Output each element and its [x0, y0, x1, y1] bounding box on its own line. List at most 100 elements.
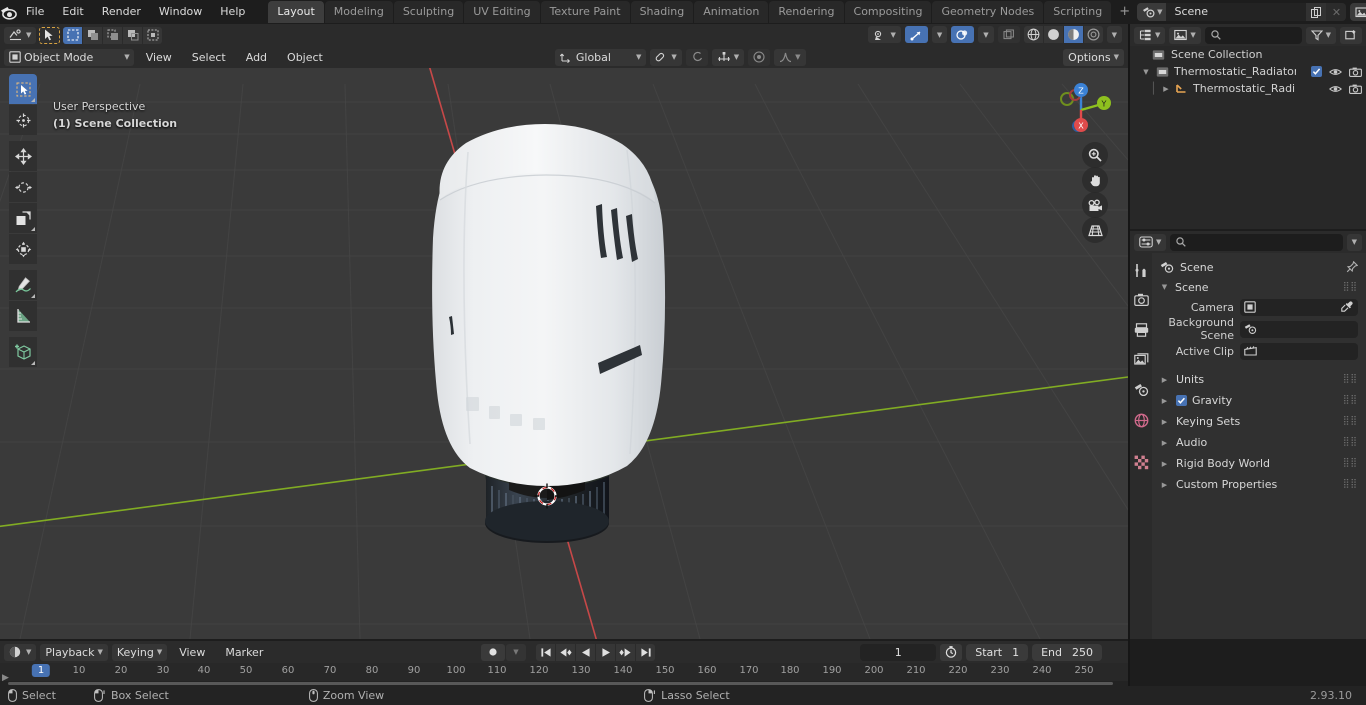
jump-to-start-button[interactable] [536, 643, 555, 661]
pin-icon[interactable] [1346, 261, 1358, 273]
end-frame-field[interactable]: End 250 [1032, 643, 1102, 661]
outliner-new-collection-button[interactable] [1340, 26, 1362, 44]
proportional-falloff-selector[interactable]: ▼ [774, 48, 806, 66]
section-custom-properties[interactable]: ▶ Custom Properties ⣿⣿ [1152, 474, 1366, 495]
previous-keyframe-button[interactable] [556, 643, 575, 661]
view-layer-icon[interactable]: ▼ [1350, 3, 1366, 21]
toggle-orthographic-icon[interactable] [1082, 217, 1108, 243]
play-reverse-button[interactable] [576, 643, 595, 661]
collection-enable-checkbox[interactable] [1311, 66, 1322, 77]
viewport-menu-view[interactable]: View [138, 49, 180, 66]
select-invert-icon[interactable] [123, 26, 143, 44]
zoom-view-icon[interactable] [1082, 142, 1108, 168]
disable-in-renders-icon[interactable] [1349, 67, 1362, 77]
workspace-tab-modeling[interactable]: Modeling [324, 1, 393, 23]
hide-in-viewport-icon[interactable] [1329, 67, 1342, 77]
timeline-ruler[interactable]: 1 10 20 30 40 50 60 70 80 90 100 110 120… [0, 663, 1128, 686]
timeline-editor[interactable]: ▼ Playback ▼ Keying ▼ View Marker ▼ 1 St… [0, 641, 1128, 686]
outliner-row-collection-thermostatic[interactable]: ▼ Thermostatic_Radiator_Head_ [1130, 63, 1366, 80]
tab-render-icon[interactable] [1132, 291, 1150, 309]
shading-options[interactable]: ▼ [1106, 26, 1122, 43]
expand-triangle-icon[interactable]: ▶ [1160, 460, 1169, 468]
scene-selector[interactable]: ▼ Scene ✕ [1137, 3, 1347, 21]
snap-toggle[interactable]: ▼ [650, 48, 682, 66]
transform-orientation-selector[interactable]: Global ▼ [554, 48, 647, 66]
tool-rotate-icon[interactable] [9, 172, 37, 202]
workspace-tab-rendering[interactable]: Rendering [769, 1, 844, 23]
select-set-icon[interactable] [63, 26, 83, 44]
next-keyframe-button[interactable] [616, 643, 635, 661]
overlays-options[interactable]: ▼ [978, 26, 994, 43]
properties-editor-type-button[interactable]: ▼ [1134, 233, 1167, 251]
blender-logo-icon[interactable] [0, 5, 17, 20]
object-mode-selector[interactable]: Object Mode ▼ [4, 48, 134, 66]
panel-header-scene[interactable]: ▼ Scene ⣿⣿ [1152, 277, 1366, 297]
properties-editor[interactable]: ▼ ▼ Scene ▼ Scene ⣿⣿ Camera Background S… [1130, 231, 1366, 639]
tab-output-icon[interactable] [1132, 321, 1150, 339]
new-scene-button[interactable] [1306, 3, 1327, 21]
properties-options-button[interactable]: ▼ [1346, 233, 1362, 251]
play-button[interactable] [596, 643, 615, 661]
outliner-row-scene-collection[interactable]: Scene Collection [1130, 46, 1366, 63]
viewport-menu-select[interactable]: Select [184, 49, 234, 66]
viewport-options-button[interactable]: Options ▼ [1063, 48, 1124, 66]
add-workspace-button[interactable]: + [1112, 1, 1137, 23]
view-layer-selector[interactable]: ▼ View Layer ✕ [1350, 3, 1366, 21]
gravity-checkbox[interactable] [1176, 395, 1187, 406]
active-clip-field[interactable] [1240, 342, 1358, 360]
menu-window[interactable]: Window [150, 3, 211, 21]
section-audio[interactable]: ▶ Audio ⣿⣿ [1152, 432, 1366, 453]
outliner-filter-button[interactable]: ▼ [1305, 26, 1336, 44]
workspace-tab-shading[interactable]: Shading [630, 1, 694, 23]
workspace-tab-compositing[interactable]: Compositing [844, 1, 932, 23]
expand-triangle-icon[interactable]: ▼ [1140, 68, 1152, 76]
camera-field[interactable] [1240, 298, 1358, 316]
tab-world-icon[interactable] [1132, 411, 1150, 429]
delete-scene-button[interactable]: ✕ [1326, 3, 1347, 21]
xray-toggle[interactable] [997, 26, 1020, 43]
timeline-keying-menu[interactable]: Keying ▼ [111, 643, 168, 661]
proportional-edit-toggle[interactable] [748, 48, 771, 66]
gizmo-toggle[interactable] [904, 26, 928, 43]
expand-triangle-icon[interactable]: ▶ [1160, 481, 1169, 489]
section-rigid-body-world[interactable]: ▶ Rigid Body World ⣿⣿ [1152, 453, 1366, 474]
workspace-tab-geometry-nodes[interactable]: Geometry Nodes [932, 1, 1044, 23]
menu-help[interactable]: Help [211, 3, 254, 21]
gizmo-options[interactable]: ▼ [931, 26, 948, 43]
use-preview-range-icon[interactable] [940, 643, 963, 661]
workspace-tab-scripting[interactable]: Scripting [1044, 1, 1112, 23]
tool-scale-icon[interactable] [9, 203, 37, 233]
overlays-toggle[interactable] [951, 26, 975, 43]
section-gravity[interactable]: ▶ Gravity ⣿⣿ [1152, 390, 1366, 411]
tool-transform-icon[interactable] [9, 234, 37, 264]
expand-triangle-icon[interactable]: ▶ [1160, 376, 1169, 384]
expand-triangle-icon[interactable]: ▶ [1160, 418, 1169, 426]
object-visibility-selector[interactable]: ▼ [868, 26, 901, 43]
shading-rendered-icon[interactable] [1083, 26, 1103, 43]
tool-move-icon[interactable] [9, 141, 37, 171]
hide-in-viewport-icon[interactable] [1329, 84, 1342, 94]
auto-keying-toggle[interactable] [481, 643, 505, 661]
tool-cursor-icon[interactable] [9, 105, 37, 135]
scene-icon[interactable]: ▼ [1137, 3, 1167, 21]
viewport-menu-add[interactable]: Add [238, 49, 275, 66]
tool-measure-icon[interactable] [9, 301, 37, 331]
tool-annotate-icon[interactable] [9, 270, 37, 300]
timeline-expand-icon[interactable]: ▶ [2, 673, 9, 683]
outliner-editor-type-button[interactable]: ▼ [1134, 26, 1166, 44]
playhead[interactable]: 1 [31, 664, 51, 677]
outliner-search-input[interactable] [1204, 26, 1302, 44]
outliner-display-mode-button[interactable]: ▼ [1169, 26, 1201, 44]
tab-texture-icon[interactable] [1132, 453, 1150, 471]
eyedropper-icon[interactable] [1341, 301, 1353, 313]
shading-solid-icon[interactable] [1043, 26, 1063, 43]
expand-triangle-icon[interactable]: ▶ [1160, 439, 1169, 447]
select-subtract-icon[interactable] [103, 26, 123, 44]
workspace-tab-animation[interactable]: Animation [694, 1, 769, 23]
jump-to-end-button[interactable] [636, 643, 655, 661]
outliner-editor[interactable]: ▼ ▼ ▼ Scene Collection ▼ Thermostatic_Ra… [1130, 24, 1366, 229]
pan-view-icon[interactable] [1082, 167, 1108, 193]
menu-render[interactable]: Render [93, 3, 150, 21]
select-extend-icon[interactable] [83, 26, 103, 44]
tweak-tool-indicator[interactable] [39, 26, 61, 44]
